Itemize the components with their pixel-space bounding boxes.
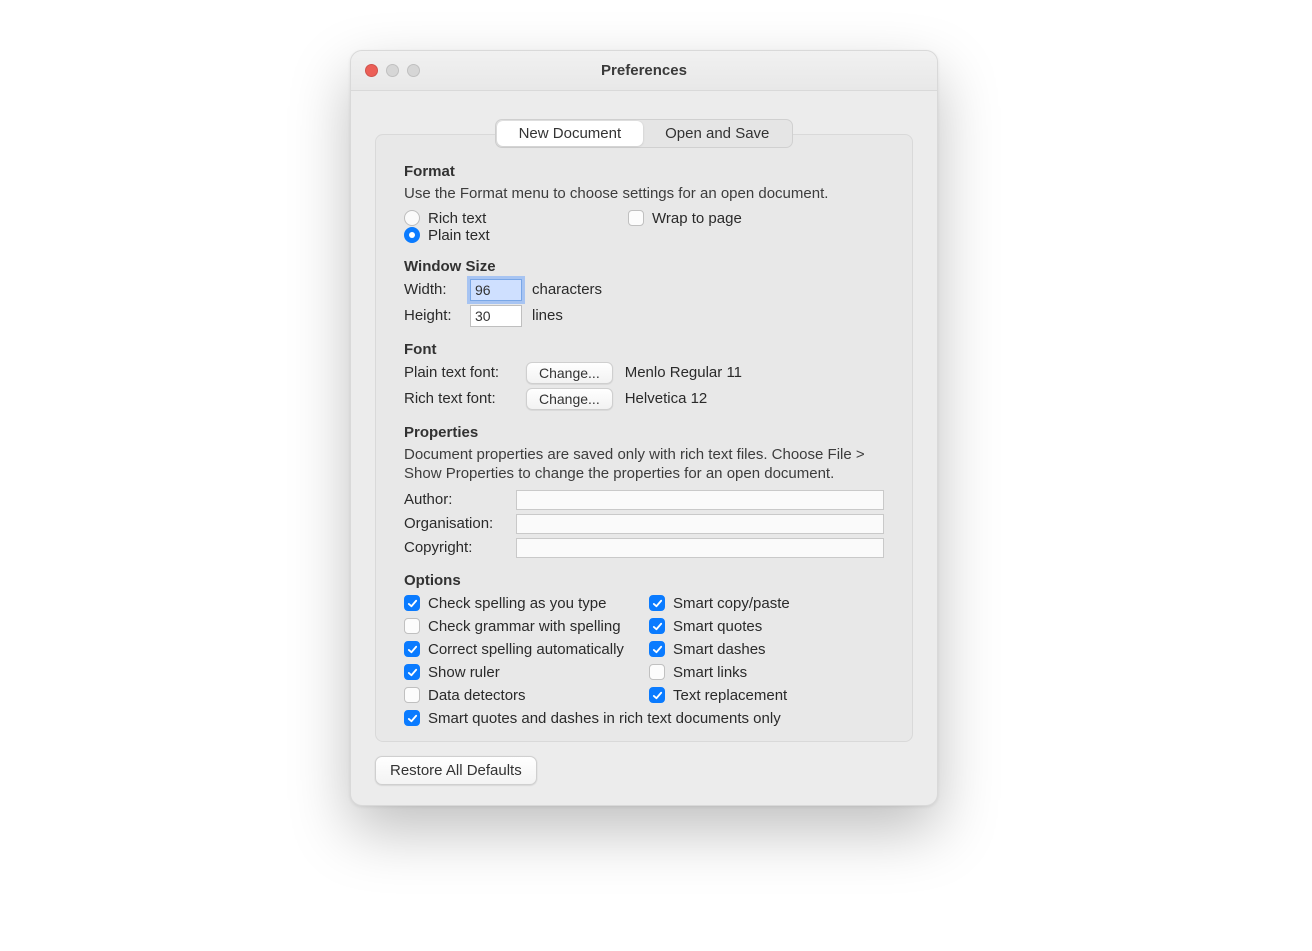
- format-helper: Use the Format menu to choose settings f…: [404, 184, 884, 204]
- window-title: Preferences: [601, 62, 687, 79]
- checkbox-check_spelling[interactable]: Check spelling as you type: [404, 595, 639, 612]
- organisation-label: Organisation:: [404, 515, 504, 532]
- checkbox-indicator: [404, 664, 420, 680]
- checkbox-correct_spelling[interactable]: Correct spelling automatically: [404, 641, 639, 658]
- font-heading: Font: [404, 341, 884, 358]
- radio-rich-text[interactable]: Rich text: [404, 210, 624, 227]
- titlebar: Preferences: [351, 51, 937, 91]
- checkbox-data_detectors[interactable]: Data detectors: [404, 687, 639, 704]
- checkbox-show_ruler[interactable]: Show ruler: [404, 664, 639, 681]
- checkbox-indicator: [404, 710, 420, 726]
- copyright-label: Copyright:: [404, 539, 504, 556]
- width-label: Width:: [404, 281, 460, 298]
- tab-open-and-save[interactable]: Open and Save: [643, 121, 791, 146]
- author-label: Author:: [404, 491, 504, 508]
- checkbox-label: Wrap to page: [652, 210, 742, 227]
- checkbox-indicator: [649, 687, 665, 703]
- checkbox-label: Check grammar with spelling: [428, 618, 621, 635]
- height-input[interactable]: [470, 305, 522, 327]
- checkbox-label: Smart quotes and dashes in rich text doc…: [428, 710, 781, 727]
- radio-indicator: [404, 227, 420, 243]
- window-size-heading: Window Size: [404, 258, 884, 275]
- tab-new-document[interactable]: New Document: [497, 121, 644, 146]
- checkbox-smart_dashes[interactable]: Smart dashes: [649, 641, 884, 658]
- checkbox-label: Smart links: [673, 664, 747, 681]
- checkbox-smart_links[interactable]: Smart links: [649, 664, 884, 681]
- height-unit: lines: [532, 307, 563, 324]
- tab-segmented-control: New Document Open and Save: [495, 119, 794, 148]
- new-document-panel: Format Use the Format menu to choose set…: [375, 134, 913, 742]
- width-unit: characters: [532, 281, 602, 298]
- plain-font-label: Plain text font:: [404, 364, 514, 381]
- checkbox-indicator: [649, 641, 665, 657]
- radio-label: Plain text: [428, 227, 490, 244]
- checkbox-label: Correct spelling automatically: [428, 641, 624, 658]
- organisation-input[interactable]: [516, 514, 884, 534]
- restore-defaults-button[interactable]: Restore All Defaults: [375, 756, 537, 785]
- change-plain-font-button[interactable]: Change...: [526, 362, 613, 384]
- radio-label: Rich text: [428, 210, 486, 227]
- format-heading: Format: [404, 163, 884, 180]
- traffic-lights: [365, 64, 420, 77]
- copyright-input[interactable]: [516, 538, 884, 558]
- checkbox-indicator: [404, 595, 420, 611]
- checkbox-label: Text replacement: [673, 687, 787, 704]
- checkbox-label: Check spelling as you type: [428, 595, 606, 612]
- minimize-button[interactable]: [386, 64, 399, 77]
- rich-font-label: Rich text font:: [404, 390, 514, 407]
- checkbox-smart_quotes[interactable]: Smart quotes: [649, 618, 884, 635]
- checkbox-label: Data detectors: [428, 687, 526, 704]
- checkbox-indicator: [649, 618, 665, 634]
- checkbox-text_replace[interactable]: Text replacement: [649, 687, 884, 704]
- checkbox-check_grammar[interactable]: Check grammar with spelling: [404, 618, 639, 635]
- plain-font-value: Menlo Regular 11: [625, 364, 742, 381]
- rich-font-value: Helvetica 12: [625, 390, 708, 407]
- width-input[interactable]: [470, 279, 522, 301]
- preferences-window: Preferences New Document Open and Save F…: [350, 50, 938, 806]
- checkbox-label: Smart quotes: [673, 618, 762, 635]
- radio-indicator: [404, 210, 420, 226]
- checkbox-indicator: [649, 595, 665, 611]
- checkbox-indicator: [628, 210, 644, 226]
- close-button[interactable]: [365, 64, 378, 77]
- checkbox-wrap-to-page[interactable]: Wrap to page: [628, 210, 884, 227]
- zoom-button[interactable]: [407, 64, 420, 77]
- checkbox-indicator: [404, 618, 420, 634]
- checkbox-indicator: [404, 641, 420, 657]
- radio-plain-text[interactable]: Plain text: [404, 227, 624, 244]
- height-label: Height:: [404, 307, 460, 324]
- options-heading: Options: [404, 572, 884, 589]
- checkbox-indicator: [404, 687, 420, 703]
- checkbox-indicator: [649, 664, 665, 680]
- author-input[interactable]: [516, 490, 884, 510]
- properties-helper: Document properties are saved only with …: [404, 445, 884, 484]
- checkbox-sq_rich_only[interactable]: Smart quotes and dashes in rich text doc…: [404, 710, 884, 727]
- checkbox-label: Smart copy/paste: [673, 595, 790, 612]
- checkbox-smart_copy[interactable]: Smart copy/paste: [649, 595, 884, 612]
- properties-heading: Properties: [404, 424, 884, 441]
- checkbox-label: Show ruler: [428, 664, 500, 681]
- checkbox-label: Smart dashes: [673, 641, 766, 658]
- change-rich-font-button[interactable]: Change...: [526, 388, 613, 410]
- content: New Document Open and Save Format Use th…: [351, 119, 937, 805]
